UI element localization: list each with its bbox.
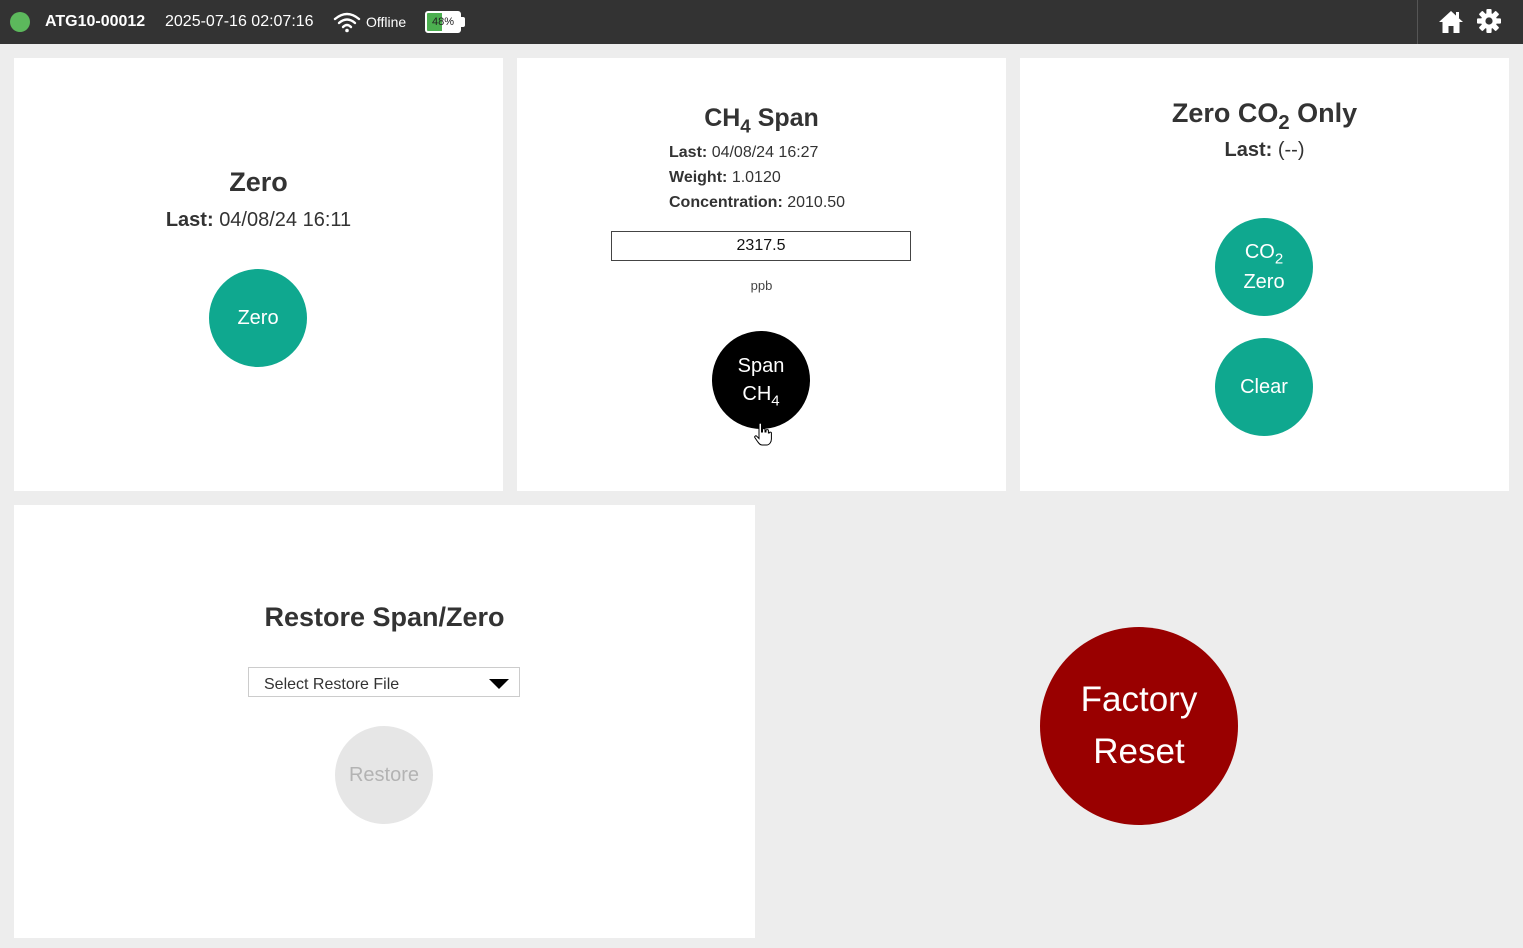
zero-panel-title: Zero	[229, 167, 288, 197]
co2-zero-button-line1-main: CO	[1244, 241, 1275, 263]
clear-button[interactable]: Clear	[1215, 338, 1313, 436]
co2-last-value: (--)	[1277, 139, 1305, 161]
span-last-value: 04/08/24 16:27	[711, 144, 819, 161]
home-icon[interactable]	[1437, 8, 1465, 36]
datetime: 2025-07-16 02:07:16	[165, 13, 314, 30]
span-last-label: Last:	[669, 144, 708, 161]
hand-cursor-icon	[754, 422, 772, 446]
span-ch4-button-line1: Span	[737, 355, 785, 377]
battery-icon: 48%	[425, 11, 461, 33]
span-unit-label: ppb	[750, 278, 773, 293]
span-concentration-line: Concentration: 2010.50	[669, 193, 845, 213]
zero-co2-title-sub: 2	[1278, 112, 1290, 135]
status-dot-icon	[10, 12, 30, 32]
span-concentration-value: 2010.50	[787, 194, 846, 211]
span-concentration-label: Concentration:	[669, 194, 783, 211]
topbar-divider	[1417, 0, 1418, 44]
restore-panel: Restore Span/Zero Select Restore File Re…	[14, 505, 755, 938]
span-weight-value: 1.0120	[731, 169, 781, 186]
device-id: ATG10-00012	[45, 13, 146, 30]
ch4-span-title-suffix: Span	[757, 104, 819, 132]
restore-file-select[interactable]: Select Restore File	[248, 667, 520, 697]
top-bar: ATG10-00012 2025-07-16 02:07:16 Offline …	[0, 0, 1523, 44]
zero-last-label: Last:	[165, 209, 214, 231]
gear-icon[interactable]	[1475, 7, 1503, 35]
factory-reset-button[interactable]: Factory Reset	[1040, 627, 1238, 825]
zero-panel: Zero Last: 04/08/24 16:11 Zero	[14, 58, 503, 491]
zero-co2-title-prefix: Zero CO	[1171, 98, 1279, 128]
co2-zero-button[interactable]: CO2 Zero	[1215, 218, 1313, 316]
span-weight-label: Weight:	[669, 169, 728, 186]
span-ch4-button-line2-main: CH	[742, 383, 772, 405]
zero-button[interactable]: Zero	[209, 269, 307, 367]
span-ch4-button-line2-sub: 4	[771, 392, 780, 410]
span-last-line: Last: 04/08/24 16:27	[669, 143, 818, 163]
zero-co2-title: Zero CO2 Only	[1020, 97, 1509, 133]
restore-panel-title: Restore Span/Zero	[264, 602, 505, 632]
battery-label: 48%	[431, 16, 455, 28]
battery-cap	[461, 17, 465, 27]
span-ch4-button-line2: CH4	[742, 380, 779, 408]
factory-reset-line2: Reset	[1093, 732, 1185, 771]
network-status: Offline	[366, 14, 407, 30]
zero-last-line: Last: 04/08/24 16:11	[14, 208, 503, 232]
ch4-span-title-sub: 4	[740, 115, 751, 137]
caret-down-icon	[489, 679, 509, 689]
co2-last-label: Last:	[1224, 139, 1273, 161]
restore-file-select-label: Select Restore File	[264, 676, 400, 693]
factory-reset-line1: Factory	[1080, 680, 1198, 719]
co2-last-line: Last: (--)	[1020, 138, 1509, 162]
span-value-input[interactable]	[611, 231, 911, 261]
span-weight-line: Weight: 1.0120	[669, 168, 781, 188]
span-ch4-button[interactable]: Span CH4	[712, 331, 810, 429]
co2-zero-button-line1: CO2	[1245, 237, 1283, 267]
wifi-icon	[333, 12, 361, 33]
ch4-span-title: CH4 Span	[517, 102, 1006, 137]
zero-co2-panel: Zero CO2 Only Last: (--) CO2 Zero Clear	[1020, 58, 1509, 491]
ch4-span-title-main: CH	[704, 104, 741, 132]
co2-zero-button-line2: Zero	[1243, 271, 1285, 293]
zero-co2-title-suffix: Only	[1297, 98, 1358, 128]
zero-last-value: 04/08/24 16:11	[219, 209, 352, 231]
co2-zero-button-line1-sub: 2	[1274, 250, 1284, 268]
restore-button[interactable]: Restore	[335, 726, 433, 824]
